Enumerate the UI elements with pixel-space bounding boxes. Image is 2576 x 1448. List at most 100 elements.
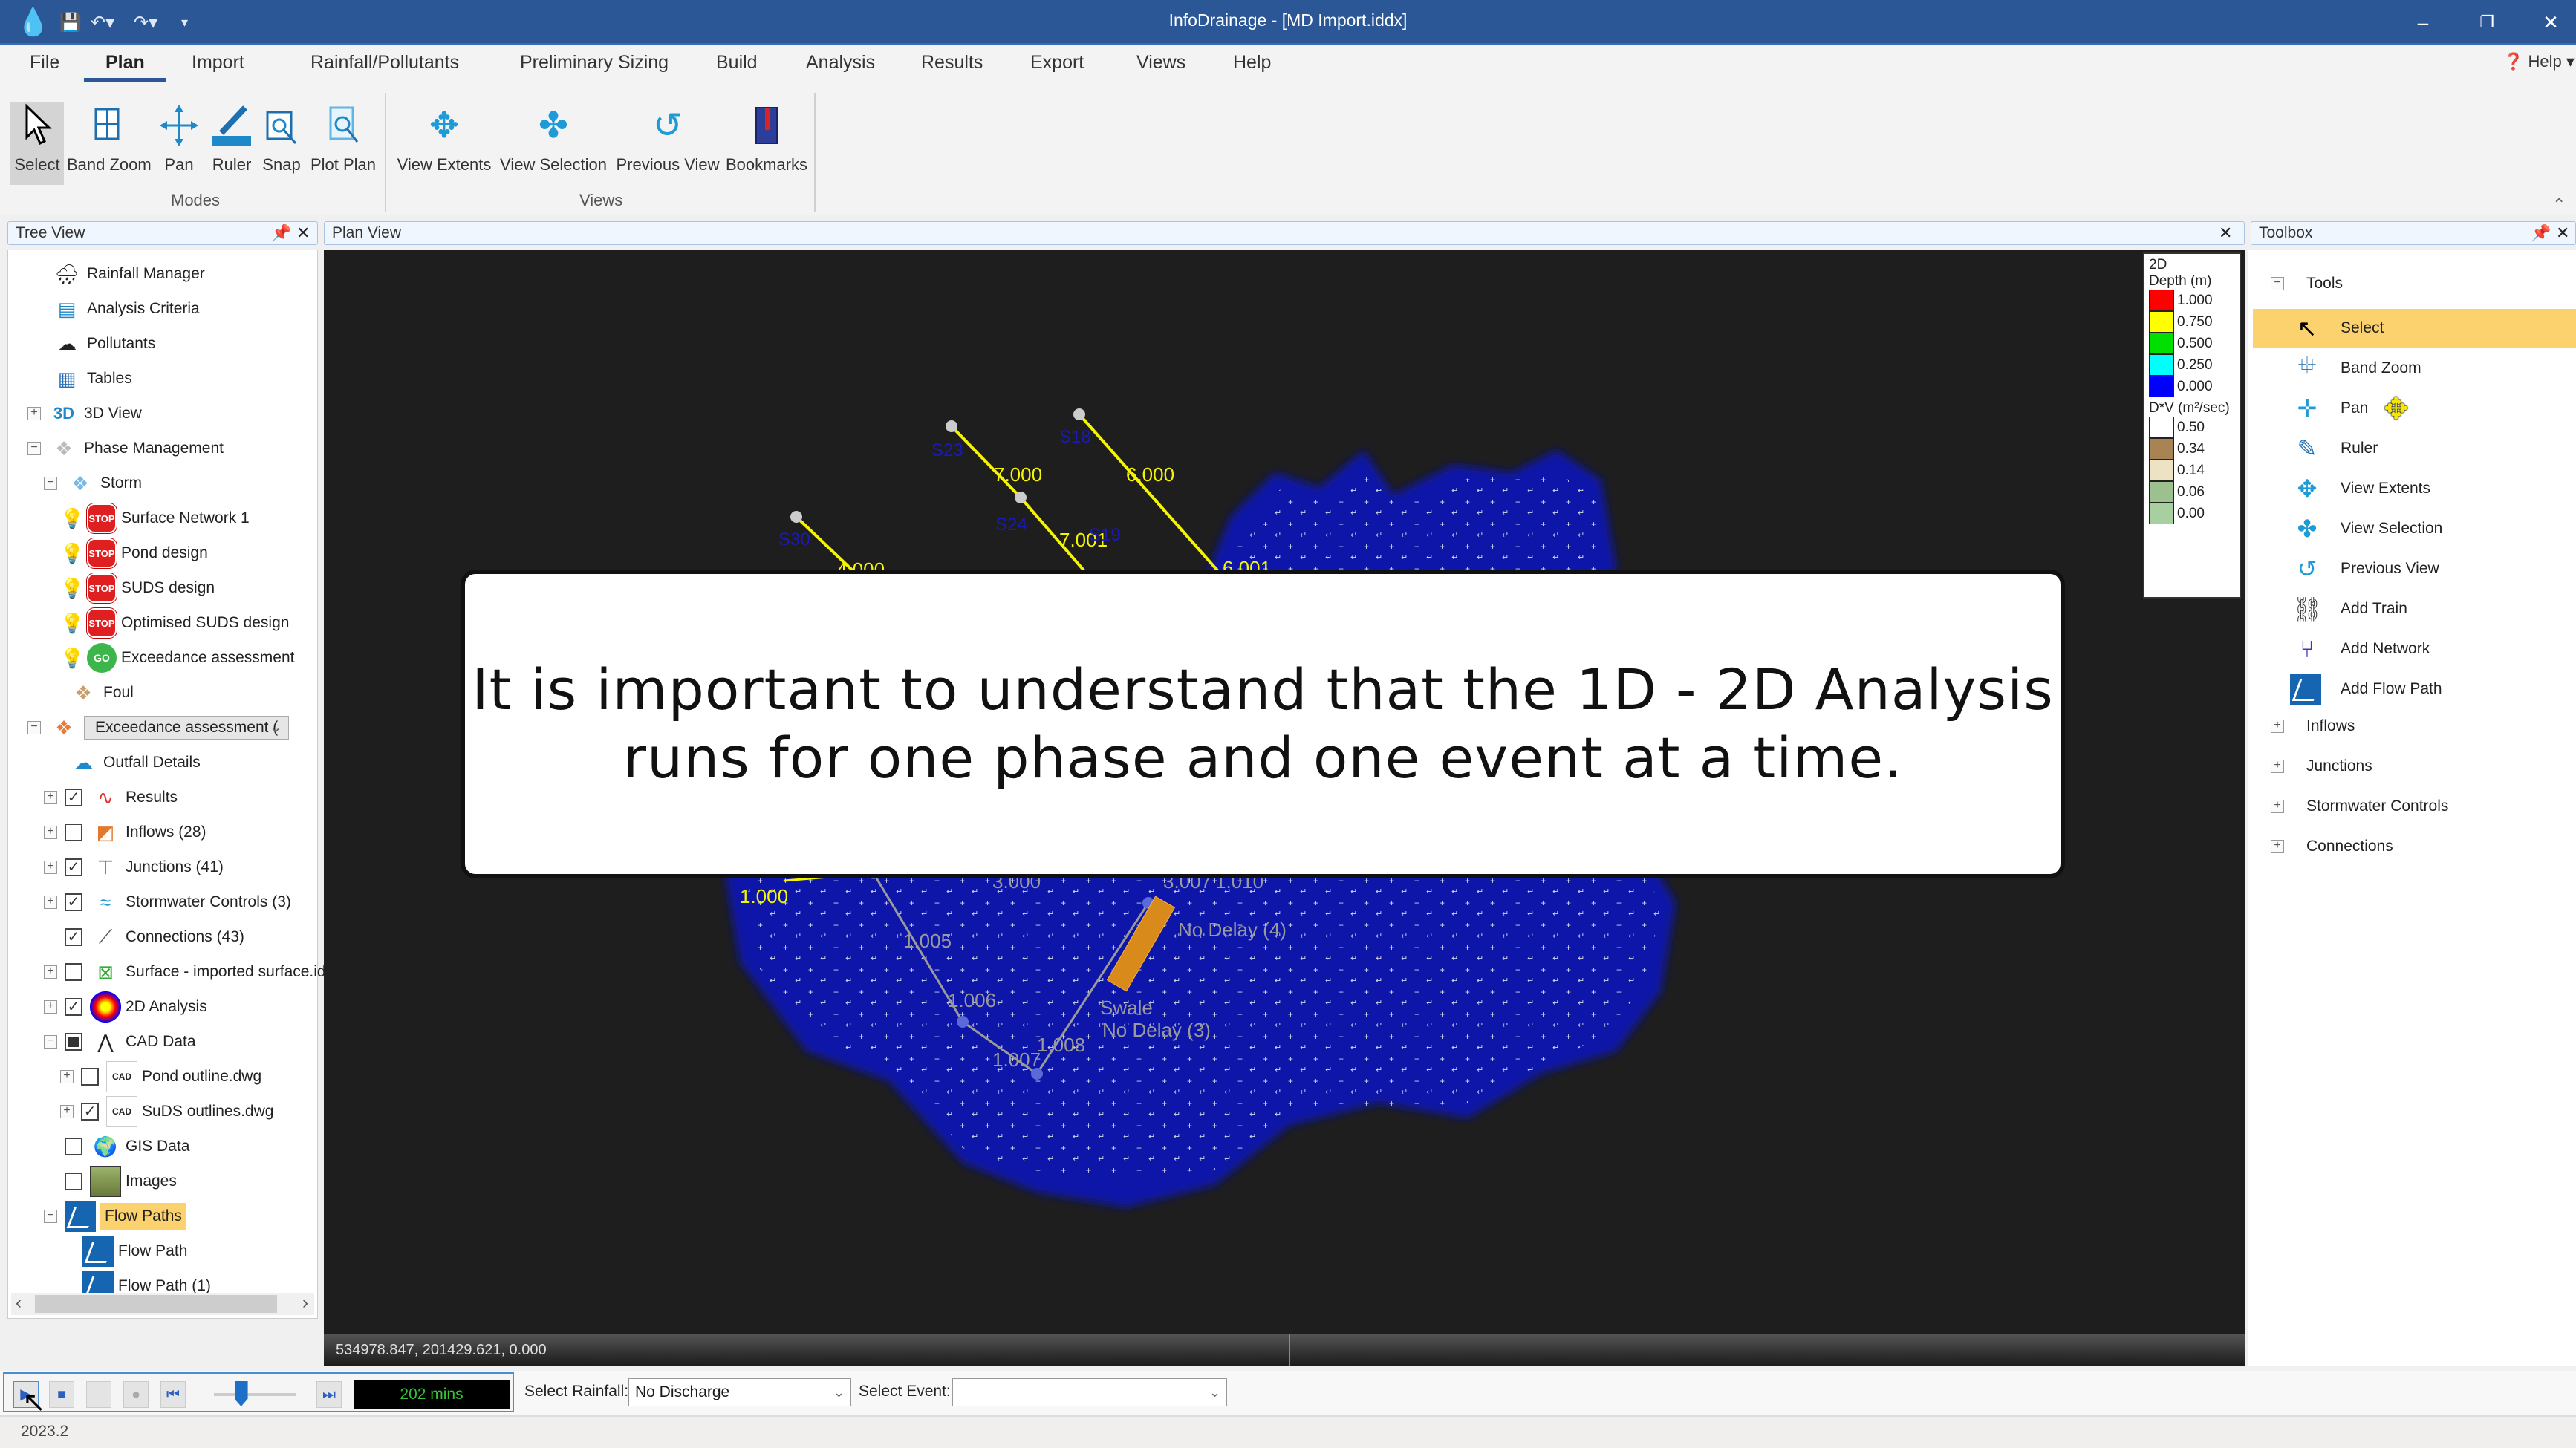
menu-rainfall-pollutants[interactable]: Rainfall/Pollutants — [310, 52, 459, 74]
collapse-icon[interactable]: − — [44, 477, 57, 490]
toolbox-group-stormwater-controls[interactable]: + Stormwater Controls — [2271, 792, 2448, 821]
tree-item-exceedance-assessment[interactable]: 💡 GO Exceedance assessment — [60, 642, 294, 674]
scrollbar-thumb[interactable] — [35, 1295, 277, 1313]
scroll-right-icon[interactable]: › — [302, 1293, 308, 1314]
blank-button[interactable] — [86, 1381, 111, 1408]
toolbox-view-extents[interactable]: ✥ View Extents — [2253, 469, 2576, 508]
tree-item-tables[interactable]: ▦ Tables — [51, 362, 132, 395]
menu-build[interactable]: Build — [716, 52, 758, 74]
checkbox[interactable]: ✓ — [65, 858, 82, 876]
checkbox[interactable] — [65, 1138, 82, 1155]
view-selection-button[interactable]: ✤ View Selection — [498, 102, 609, 185]
checkbox[interactable] — [65, 824, 82, 841]
collapse-icon[interactable]: − — [44, 1210, 57, 1223]
tree-item-flow-path[interactable]: Flow Path — [82, 1235, 187, 1268]
stop-button[interactable]: ■ — [49, 1381, 74, 1408]
tree-item-foul[interactable]: ❖ Foul — [68, 676, 134, 709]
menu-analysis[interactable]: Analysis — [806, 52, 875, 74]
checkbox[interactable]: ✓ — [65, 998, 82, 1016]
tree-item-inflows[interactable]: + ◩ Inflows (28) — [44, 816, 206, 849]
menu-import[interactable]: Import — [192, 52, 244, 74]
lightbulb-icon[interactable]: 💡 — [60, 507, 84, 530]
expand-icon[interactable]: + — [2271, 760, 2284, 773]
collapse-icon[interactable]: − — [44, 1035, 57, 1049]
tree-item-results[interactable]: + ✓ ∿ Results — [44, 781, 178, 814]
close-icon[interactable]: ✕ — [2219, 222, 2232, 244]
tree-item-cad-data[interactable]: − ⋀ CAD Data — [44, 1025, 196, 1058]
tree-item-junctions[interactable]: + ✓ ⊤ Junctions (41) — [44, 851, 224, 884]
tree-item-pond-design[interactable]: 💡 STOP Pond design — [60, 537, 208, 570]
collapse-icon[interactable]: − — [27, 442, 41, 455]
pin-icon[interactable]: 📌 — [2531, 222, 2551, 244]
checkbox[interactable]: ✓ — [81, 1103, 99, 1121]
pan-button[interactable]: Pan — [153, 102, 205, 185]
tree-item-optimised-suds-design[interactable]: 💡 STOP Optimised SUDS design — [60, 607, 289, 639]
tree-item-phase-management[interactable]: − ❖ Phase Management — [27, 432, 224, 465]
tree-item-outfall-details[interactable]: ☁ Outfall Details — [68, 746, 201, 779]
toolbox-group-junctions[interactable]: + Junctions — [2271, 751, 2372, 781]
menu-export[interactable]: Export — [1030, 52, 1084, 74]
lightbulb-icon[interactable]: 💡 — [60, 542, 84, 565]
slider-thumb[interactable] — [234, 1381, 248, 1406]
close-icon[interactable]: ✕ — [296, 222, 310, 244]
collapse-icon[interactable]: − — [27, 721, 41, 734]
time-slider[interactable] — [205, 1381, 303, 1408]
phase-dropdown[interactable]: Exceedance assessment (⌄ — [84, 716, 289, 740]
expand-icon[interactable]: + — [2271, 840, 2284, 853]
select-button[interactable]: Select — [10, 102, 64, 185]
tree-item-pond-outline[interactable]: + CAD Pond outline.dwg — [60, 1060, 261, 1093]
skip-to-end-button[interactable]: ⏭ — [316, 1381, 342, 1408]
expand-icon[interactable]: + — [44, 791, 57, 804]
checkbox[interactable]: ✓ — [65, 893, 82, 911]
menu-file[interactable]: File — [30, 52, 59, 74]
tree-item-2d-analysis[interactable]: + ✓ 2D Analysis — [44, 991, 207, 1023]
checkbox[interactable]: ✓ — [65, 789, 82, 806]
tree-item-pollutants[interactable]: ☁ Pollutants — [51, 327, 155, 360]
tree-item-rainfall-manager[interactable]: 🌧 Rainfall Manager — [51, 258, 204, 290]
bookmarks-button[interactable]: Bookmarks — [725, 102, 808, 185]
close-button[interactable]: ✕ — [2528, 7, 2573, 37]
expand-icon[interactable]: + — [2271, 800, 2284, 813]
tree-item-3d-view[interactable]: +3D 3D View — [27, 397, 142, 430]
toolbox-pan[interactable]: ✛ Pan — [2253, 389, 2576, 428]
close-icon[interactable]: ✕ — [2556, 222, 2569, 244]
expand-icon[interactable]: + — [60, 1070, 74, 1083]
toolbox-add-train[interactable]: ⛓ Add Train — [2253, 590, 2576, 628]
lightbulb-icon[interactable]: 💡 — [60, 577, 84, 600]
tree-item-storm[interactable]: − ❖ Storm — [44, 467, 142, 500]
tree-item-gis-data[interactable]: 🌍 GIS Data — [65, 1130, 189, 1163]
tree-item-flow-paths[interactable]: − Flow Paths — [44, 1200, 186, 1233]
rewind-to-start-button[interactable]: ⏮ — [160, 1381, 186, 1408]
expand-icon[interactable]: + — [2271, 720, 2284, 733]
snap-button[interactable]: Snap — [258, 102, 305, 185]
toolbox-ruler[interactable]: ✎ Ruler — [2253, 429, 2576, 468]
checkbox[interactable] — [65, 1173, 82, 1190]
lightbulb-icon[interactable]: 💡 — [60, 612, 84, 635]
expand-icon[interactable]: + — [44, 861, 57, 874]
checkbox[interactable] — [65, 963, 82, 981]
tree-item-images[interactable]: Images — [65, 1165, 177, 1198]
view-extents-button[interactable]: ✥ View Extents — [394, 102, 495, 185]
tree-horizontal-scrollbar[interactable]: ‹ › — [11, 1293, 314, 1315]
plan-view-canvas[interactable]: + ↵ S304.000S237.000S247.001S186.000S196… — [324, 250, 2245, 1334]
plot-plan-button[interactable]: Plot Plan — [308, 102, 379, 185]
scroll-left-icon[interactable]: ‹ — [16, 1293, 22, 1314]
minimize-button[interactable]: – — [2401, 7, 2445, 37]
previous-view-button[interactable]: ↺ Previous View — [612, 102, 723, 185]
menu-plan[interactable]: Plan — [105, 52, 145, 74]
band-zoom-button[interactable]: Band Zoom — [67, 102, 152, 185]
ruler-button[interactable]: Ruler — [208, 102, 256, 185]
toolbox-add-flow-path[interactable]: Add Flow Path — [2253, 670, 2576, 708]
lightbulb-on-icon[interactable]: 💡 — [60, 647, 84, 670]
expand-icon[interactable]: + — [60, 1105, 74, 1118]
tree-item-surface-network-1[interactable]: 💡 STOP Surface Network 1 — [60, 502, 250, 535]
tree-item-suds-design[interactable]: 💡 STOP SUDS design — [60, 572, 215, 604]
toolbox-select[interactable]: ↖ Select — [2253, 309, 2576, 348]
help-button[interactable]: ❓ Help ▾ — [2503, 52, 2575, 71]
expand-icon[interactable]: + — [44, 1000, 57, 1014]
event-select[interactable]: ⌄ — [952, 1378, 1227, 1406]
tree-item-analysis-criteria[interactable]: ▤ Analysis Criteria — [51, 293, 200, 325]
menu-views[interactable]: Views — [1136, 52, 1185, 74]
collapse-icon[interactable]: − — [2271, 277, 2284, 290]
menu-preliminary-sizing[interactable]: Preliminary Sizing — [520, 52, 669, 74]
